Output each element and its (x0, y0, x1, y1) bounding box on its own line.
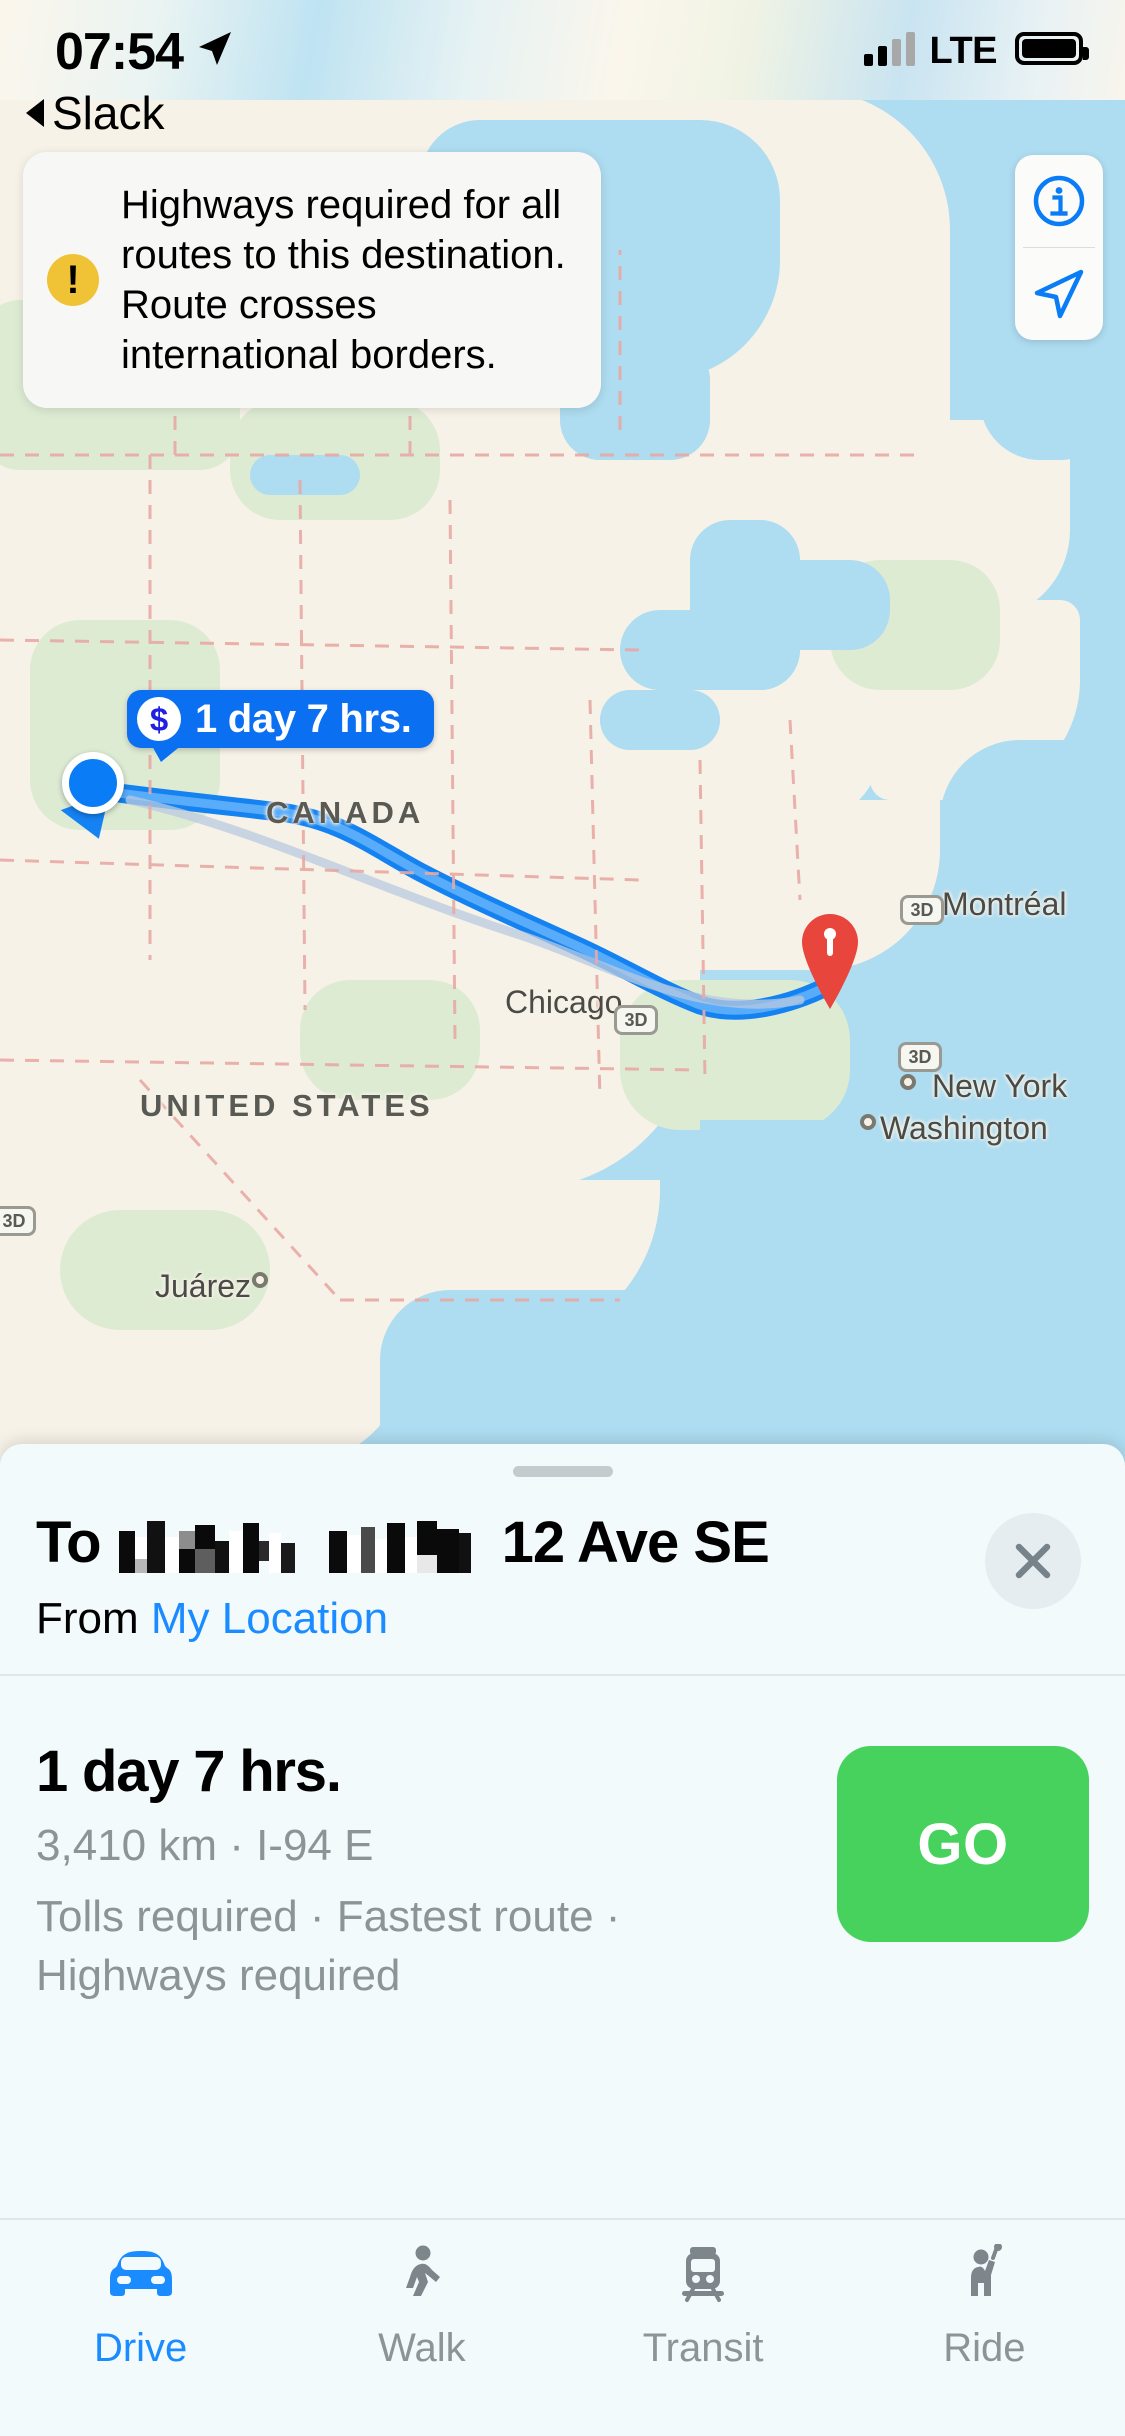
walk-icon (405, 2245, 440, 2296)
road-shield-3d-4[interactable]: 3D (0, 1206, 36, 1236)
tab-walk-label: Walk (378, 2326, 466, 2370)
car-icon (109, 2251, 172, 2296)
tab-ride-label: Ride (943, 2326, 1026, 2370)
from-label: From (36, 1594, 139, 1643)
route-warning-banner[interactable]: ! Highways required for all routes to th… (23, 152, 601, 408)
destination-pin[interactable] (794, 906, 866, 1010)
back-app-label: Slack (52, 87, 165, 139)
status-bar: 07:54 Slack LTE (0, 0, 1125, 150)
info-circle-icon (1033, 175, 1085, 227)
tab-transit-label: Transit (642, 2326, 764, 2370)
carrier-network-label: LTE (929, 30, 998, 72)
close-x-icon (1015, 1543, 1051, 1579)
map-label-juarez: Juárez (155, 1268, 252, 1304)
redaction-block-2 (328, 1520, 471, 1573)
road-shield-3d-3[interactable]: 3D (614, 1005, 658, 1035)
destination-street: 12 Ave SE (501, 1510, 770, 1575)
directions-sheet: To 12 Ave SE From My Location 1 day 7 hr… (0, 1444, 1125, 2436)
map-controls-panel (1015, 155, 1103, 340)
map-label-montreal: Montréal (942, 886, 1067, 922)
current-location-puck[interactable] (62, 752, 124, 814)
redaction-block-1 (118, 1520, 295, 1573)
maps-directions-screen: $ 1 day 7 hrs. CANADA UNITED STATES Chic… (0, 0, 1125, 2436)
map-label-united-states: UNITED STATES (140, 1088, 434, 1123)
route-warning-message: Highways required for all routes to this… (121, 183, 566, 377)
tab-ride[interactable]: Ride (844, 2244, 1125, 2371)
route-distance: 3,410 km · I-94 E (36, 1821, 374, 1870)
map-locate-button[interactable] (1015, 248, 1103, 340)
city-dot-juarez (252, 1272, 268, 1288)
go-button[interactable]: GO (837, 1746, 1089, 1942)
origin-value[interactable]: My Location (151, 1594, 388, 1643)
map-label-new-york: New York (932, 1068, 1068, 1104)
location-arrow-icon (199, 32, 231, 65)
transport-mode-tabbar: Drive Walk Transit Ride (0, 2220, 1125, 2436)
map-label-chicago: Chicago (505, 984, 623, 1020)
close-directions-button[interactable] (985, 1513, 1081, 1609)
to-label: To (36, 1510, 102, 1575)
warning-exclamation-icon: ! (47, 254, 99, 306)
map-label-washington: Washington (880, 1110, 1048, 1146)
back-to-app-link[interactable]: Slack (26, 86, 164, 140)
tab-drive-label: Drive (93, 2326, 188, 2370)
route-conditions: Tolls required · Fastest route · Highway… (36, 1891, 621, 2000)
city-dot-new-york (900, 1074, 916, 1090)
road-shield-3d-1[interactable]: 3D (900, 895, 944, 925)
destination-row[interactable]: To 12 Ave SE (36, 1509, 1089, 1576)
map-info-button[interactable] (1015, 155, 1103, 247)
sheet-header: To 12 Ave SE From My Location (0, 1477, 1125, 1674)
dollar-toll-icon: $ (137, 697, 181, 741)
tab-drive[interactable]: Drive (0, 2244, 281, 2371)
map-label-canada: CANADA (266, 795, 425, 830)
route-duration: 1 day 7 hrs. (36, 1739, 342, 1804)
status-clock: 07:54 (55, 23, 184, 81)
route-summary-row: 1 day 7 hrs. 3,410 km · I-94 E Tolls req… (0, 1676, 1125, 2218)
redacted-address (118, 1513, 484, 1573)
back-triangle-icon (26, 99, 44, 127)
train-icon (682, 2247, 725, 2302)
hail-ride-icon (971, 2244, 1003, 2296)
battery-full-icon (1015, 32, 1089, 65)
tab-transit[interactable]: Transit (563, 2244, 844, 2371)
sheet-grabber[interactable] (512, 1466, 613, 1477)
route-eta-label: 1 day 7 hrs. (195, 696, 412, 741)
city-dot-washington (860, 1114, 876, 1130)
tab-walk[interactable]: Walk (281, 2244, 562, 2371)
signal-bars-icon (864, 32, 915, 66)
route-summary-text: 1 day 7 hrs. 3,410 km · I-94 E Tolls req… (36, 1738, 756, 2006)
navigate-arrow-icon (1034, 269, 1084, 319)
route-eta-badge[interactable]: $ 1 day 7 hrs. (127, 690, 434, 762)
origin-row[interactable]: From My Location (36, 1594, 1089, 1644)
road-shield-3d-2[interactable]: 3D (898, 1042, 942, 1072)
